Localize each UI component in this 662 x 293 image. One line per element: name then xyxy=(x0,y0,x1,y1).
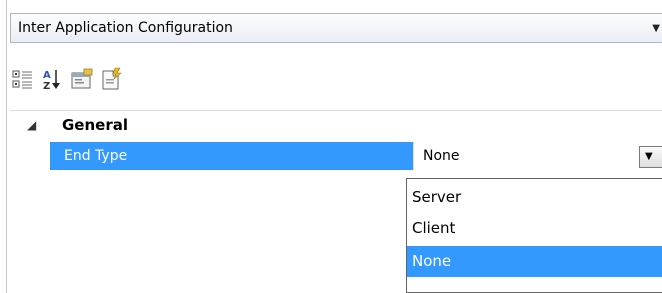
property-value: None xyxy=(423,148,460,164)
dropdown-option-server[interactable]: Server xyxy=(407,182,662,213)
events-button[interactable] xyxy=(98,66,124,92)
category-row-general[interactable]: ◢ General xyxy=(10,112,662,142)
svg-text:Z: Z xyxy=(43,81,50,92)
svg-text:A: A xyxy=(43,70,51,81)
toolbar-divider xyxy=(10,110,662,111)
chevron-down-icon: ▼ xyxy=(645,151,653,162)
property-grid-toolbar: A Z xyxy=(10,60,662,94)
dropdown-button[interactable]: ▼ xyxy=(639,146,662,168)
dropdown-option-client[interactable]: Client xyxy=(407,213,662,244)
property-pages-button[interactable] xyxy=(69,66,95,92)
collapse-triangle-icon[interactable]: ◢ xyxy=(27,118,36,132)
alphabetical-sort-icon: A Z xyxy=(43,70,60,92)
property-row-end-type[interactable]: End Type None ▼ xyxy=(10,142,662,170)
end-type-dropdown-list: Server Client None xyxy=(406,178,662,293)
categorized-button[interactable] xyxy=(10,66,36,92)
object-selector-value: Inter Application Configuration xyxy=(18,20,233,36)
categorized-icon xyxy=(12,70,32,89)
object-selector-combo[interactable]: Inter Application Configuration ▼ xyxy=(10,13,662,43)
events-icon xyxy=(102,67,122,90)
property-value-cell[interactable]: None xyxy=(414,142,662,170)
chevron-down-icon[interactable]: ▼ xyxy=(652,23,660,34)
category-label: General xyxy=(62,116,128,134)
dropdown-option-none[interactable]: None xyxy=(407,246,662,277)
property-pages-icon xyxy=(71,68,93,89)
property-name[interactable]: End Type xyxy=(50,142,413,170)
alphabetical-button[interactable]: A Z xyxy=(39,66,65,92)
window-border xyxy=(6,0,7,293)
